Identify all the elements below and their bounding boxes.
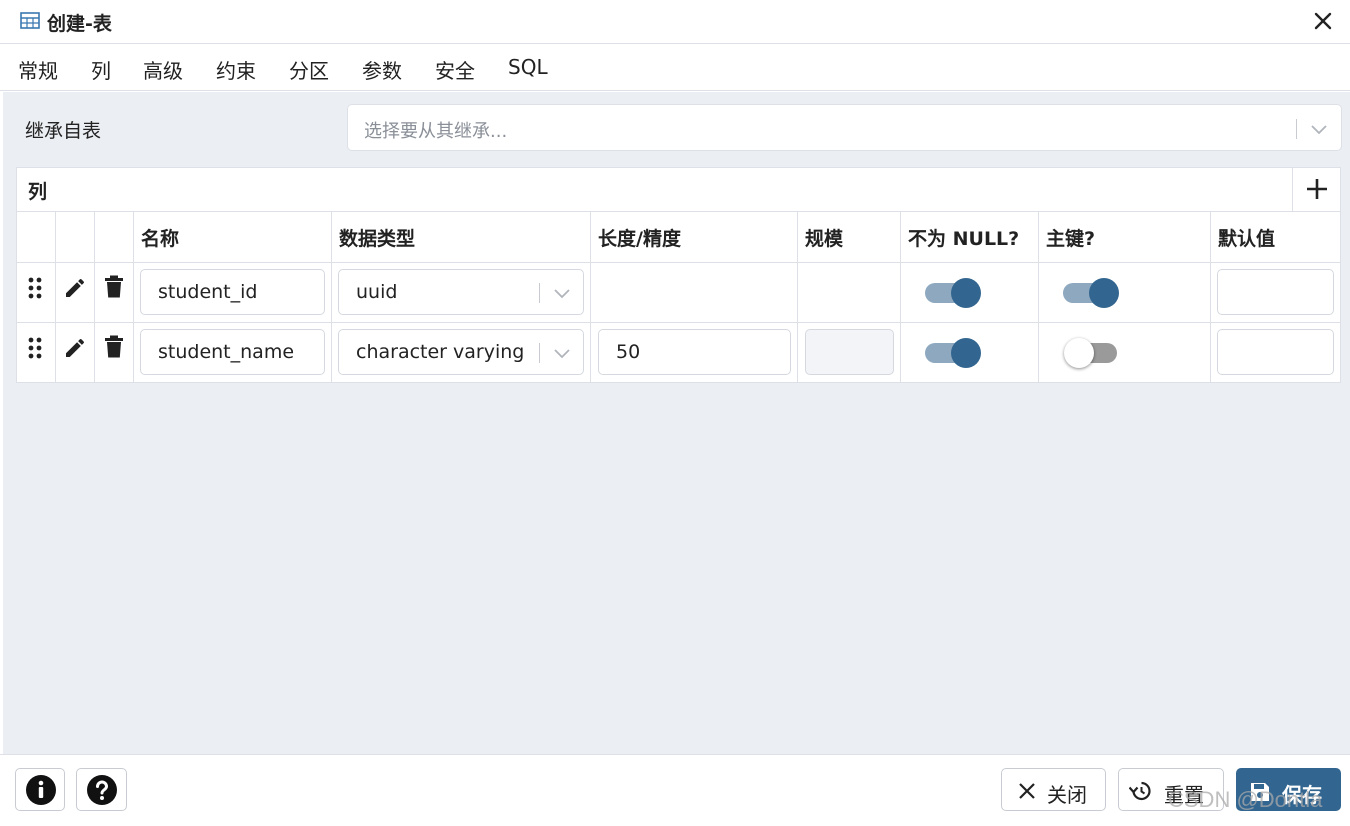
scale-cell (798, 263, 901, 323)
trash-icon[interactable] (104, 335, 124, 359)
select-separator (539, 283, 540, 303)
data-type-value: character varying (356, 341, 525, 363)
close-button[interactable]: 关闭 (1001, 768, 1106, 811)
close-icon (1019, 783, 1035, 799)
plus-icon (1307, 179, 1327, 199)
toggle-knob (951, 278, 981, 308)
close-button-label: 关闭 (1047, 783, 1087, 807)
tab-partitions[interactable]: 分区 (289, 55, 329, 84)
name-cell: student_id (134, 263, 332, 323)
tab-parameters[interactable]: 参数 (362, 55, 402, 84)
data-type-select[interactable]: uuid (338, 269, 584, 315)
edit-cell (56, 263, 95, 323)
dialog-title: 创建-表 (47, 13, 112, 35)
pencil-icon[interactable] (63, 336, 87, 360)
scale-cell (798, 323, 901, 383)
inherit-label: 继承自表 (25, 120, 102, 142)
header-name: 名称 (134, 212, 332, 263)
header-scale: 规模 (798, 212, 901, 263)
name-cell: student_name (134, 323, 332, 383)
toggle-knob (1064, 338, 1094, 368)
info-icon (26, 775, 56, 805)
table-row (17, 323, 56, 383)
data-type-cell: character varying (332, 323, 591, 383)
grid-header-drag (17, 212, 56, 263)
tab-sql[interactable]: SQL (508, 55, 548, 79)
default-cell (1211, 263, 1341, 323)
add-column-button[interactable] (1292, 168, 1340, 211)
tab-bar: 常规 列 高级 约束 分区 参数 安全 SQL (0, 44, 1350, 97)
default-value-input[interactable] (1217, 269, 1334, 315)
chevron-down-icon[interactable] (553, 284, 571, 302)
drag-handle-icon[interactable] (28, 277, 42, 299)
grid-header-delete (95, 212, 134, 263)
header-length-precision: 长度/精度 (591, 212, 798, 263)
length-precision-cell: 50 (591, 323, 798, 383)
grid-header-edit (56, 212, 95, 263)
close-icon[interactable] (1312, 10, 1334, 32)
delete-cell (95, 263, 134, 323)
delete-cell (95, 323, 134, 383)
edit-cell (56, 323, 95, 383)
not-null-toggle[interactable] (923, 334, 981, 368)
tab-security[interactable]: 安全 (435, 55, 475, 84)
data-type-select[interactable]: character varying (338, 329, 584, 375)
toggle-knob (1089, 278, 1119, 308)
length-precision-input[interactable]: 50 (598, 329, 791, 375)
select-separator (1296, 119, 1297, 139)
header-primary-key: 主键? (1039, 212, 1211, 263)
default-cell (1211, 323, 1341, 383)
drag-handle-icon[interactable] (28, 337, 42, 359)
tab-columns[interactable]: 列 (77, 55, 125, 97)
chevron-down-icon[interactable] (1309, 119, 1329, 139)
inherit-select[interactable]: 选择要从其继承... (347, 104, 1342, 151)
title-bar: 创建-表 (0, 0, 1350, 44)
toggle-knob (951, 338, 981, 368)
not-null-toggle[interactable] (923, 274, 981, 308)
info-button[interactable] (15, 768, 65, 811)
default-value-input[interactable] (1217, 329, 1334, 375)
columns-tab-content: 继承自表 选择要从其继承... 列 名称 数据类型 长度/精度 规模 不为 NU… (3, 92, 1350, 754)
column-name-input[interactable]: student_id (140, 269, 325, 315)
help-button[interactable] (76, 768, 127, 811)
tab-general[interactable]: 常规 (18, 55, 58, 84)
primary-key-toggle[interactable] (1051, 334, 1117, 368)
tab-constraints[interactable]: 约束 (216, 55, 256, 84)
data-type-value: uuid (356, 281, 398, 303)
pencil-icon[interactable] (63, 276, 87, 300)
primary-key-cell (1039, 323, 1211, 383)
reset-icon (1129, 781, 1151, 801)
chevron-down-icon[interactable] (553, 344, 571, 362)
column-name-input[interactable]: student_name (140, 329, 325, 375)
select-separator (539, 343, 540, 363)
trash-icon[interactable] (104, 275, 124, 299)
table-row (17, 263, 56, 323)
primary-key-cell (1039, 263, 1211, 323)
columns-panel-title: 列 (28, 181, 48, 203)
header-default: 默认值 (1211, 212, 1341, 263)
header-data-type: 数据类型 (332, 212, 591, 263)
tab-advanced[interactable]: 高级 (143, 55, 183, 84)
inherit-placeholder: 选择要从其继承... (364, 121, 508, 142)
header-not-null: 不为 NULL? (901, 212, 1039, 263)
length-precision-cell (591, 263, 798, 323)
watermark: CSDN @Dontla (1168, 787, 1323, 812)
data-type-cell: uuid (332, 263, 591, 323)
table-icon (20, 12, 40, 29)
dialog-footer: 关闭 重置 保存 (0, 754, 1350, 826)
not-null-cell (901, 323, 1039, 383)
columns-panel-header: 列 (17, 168, 1340, 212)
primary-key-toggle[interactable] (1061, 274, 1119, 308)
scale-input[interactable] (805, 329, 894, 375)
not-null-cell (901, 263, 1039, 323)
columns-panel: 列 名称 数据类型 长度/精度 规模 不为 NULL? 主键? 默认值 stud… (16, 167, 1341, 383)
question-icon (87, 775, 117, 805)
